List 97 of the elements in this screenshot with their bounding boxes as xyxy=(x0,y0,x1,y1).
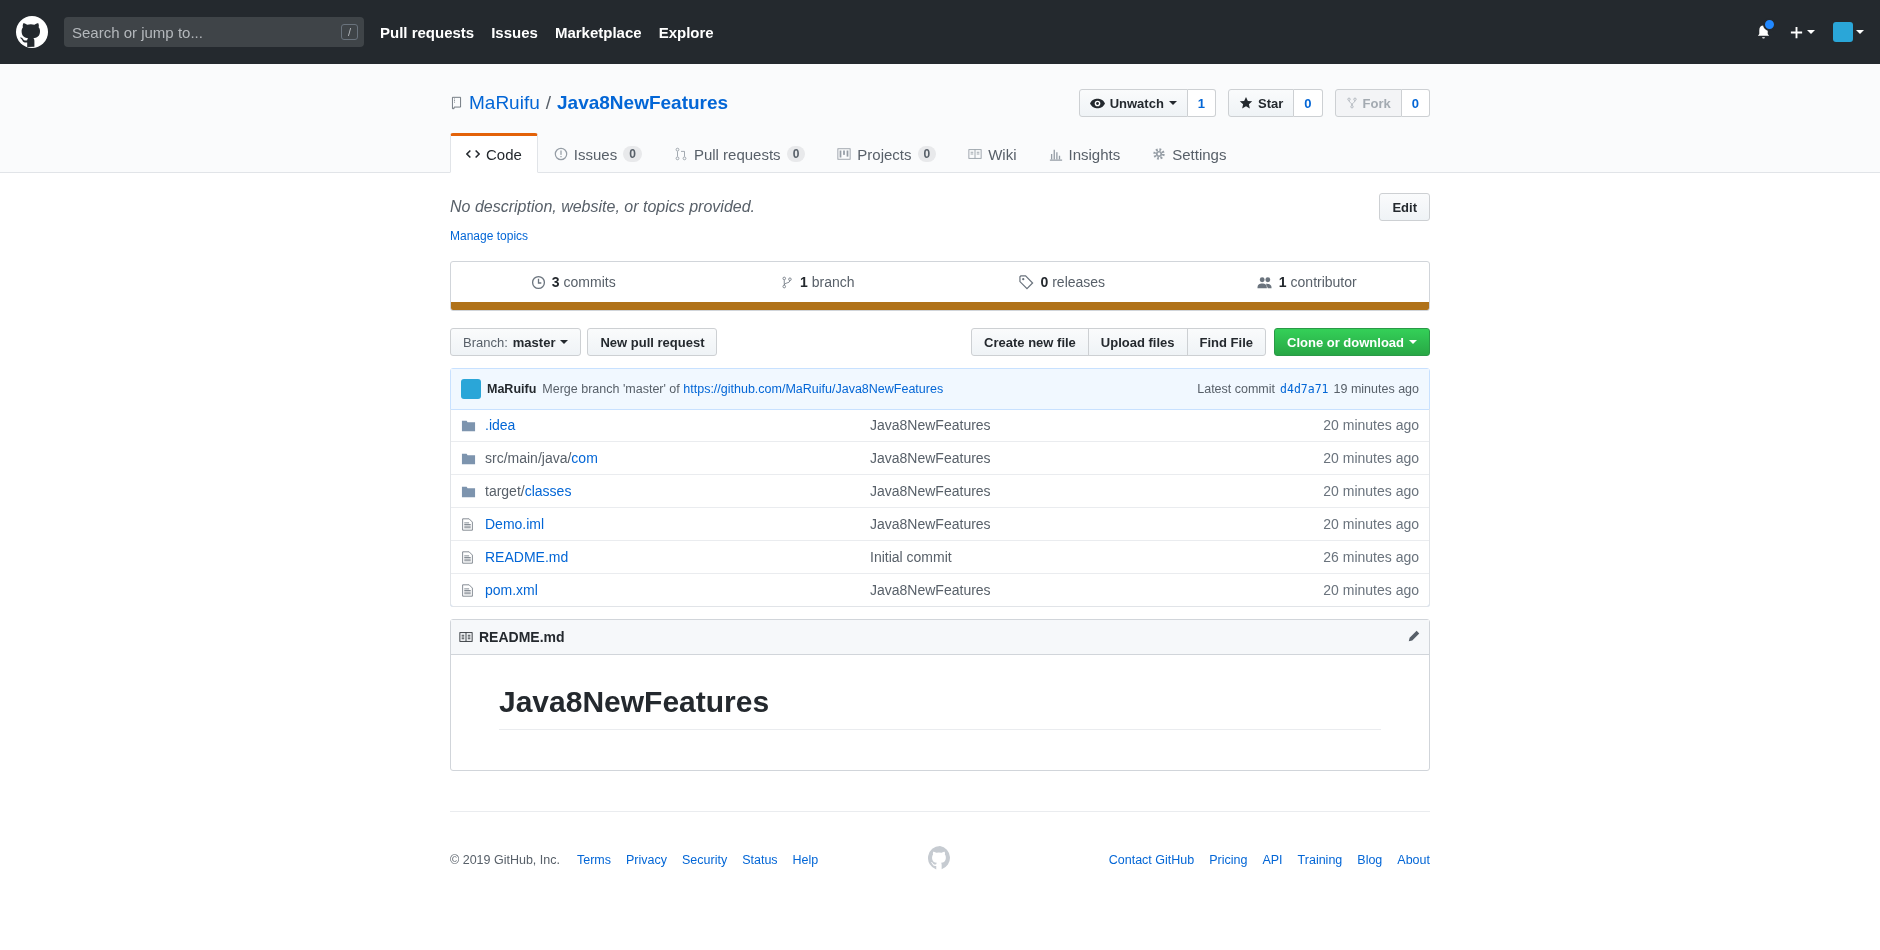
pencil-icon xyxy=(1407,628,1421,643)
star-icon xyxy=(1239,96,1254,110)
file-link[interactable]: .idea xyxy=(485,417,516,433)
repo-name-link[interactable]: Java8NewFeatures xyxy=(557,92,729,114)
manage-topics-link[interactable]: Manage topics xyxy=(450,229,529,243)
repo-tab[interactable]: Issues 0 xyxy=(537,133,658,173)
repo-tab[interactable]: Projects 0 xyxy=(821,133,953,173)
github-mark-icon xyxy=(928,846,952,870)
repo-icon xyxy=(450,95,463,111)
commit-age: 20 minutes ago xyxy=(1322,582,1419,598)
nav-link[interactable]: Issues xyxy=(491,23,538,41)
copyright-text: © 2019 GitHub, Inc. xyxy=(450,852,560,867)
commit-age: 20 minutes ago xyxy=(1322,483,1419,499)
tab-counter: 0 xyxy=(917,146,937,162)
commit-sha-link[interactable]: d4d7a71 xyxy=(1280,382,1329,396)
count-link[interactable]: 1 xyxy=(1187,89,1217,117)
file-action-button[interactable]: Create new file xyxy=(971,328,1089,356)
file-action-button[interactable]: Find File xyxy=(1186,328,1266,356)
settings-icon xyxy=(1152,147,1167,161)
summary-link[interactable]: 3 commits xyxy=(451,262,696,302)
commit-age: 19 minutes ago xyxy=(1333,382,1419,396)
repo-owner-link[interactable]: MaRuifu xyxy=(469,92,540,114)
commit-message: Merge branch 'master' of https://github.com/MaRuifu/Java8NewFeatures xyxy=(542,382,944,396)
footer-link[interactable]: About xyxy=(1397,852,1430,867)
file-link[interactable]: README.md xyxy=(485,549,569,565)
commit-message-link[interactable]: Java8NewFeatures xyxy=(870,417,991,433)
book-icon xyxy=(968,147,983,161)
repo-tab[interactable]: Pull requests 0 xyxy=(657,133,822,173)
file-icon xyxy=(461,549,474,565)
commit-age: 20 minutes ago xyxy=(1322,417,1419,433)
summary-link[interactable]: 1 contributor xyxy=(1184,262,1429,302)
commit-age: 20 minutes ago xyxy=(1322,450,1419,466)
file-icon xyxy=(461,582,474,598)
pull-request-icon xyxy=(673,147,688,161)
file-action-button[interactable]: Upload files xyxy=(1087,328,1188,356)
footer-link[interactable]: Security xyxy=(682,852,728,867)
commit-age: 26 minutes ago xyxy=(1322,549,1419,565)
latest-commit-label: Latest commit xyxy=(1197,382,1276,396)
tab-counter: 0 xyxy=(786,146,806,162)
star-button[interactable]: Star xyxy=(1228,89,1295,117)
file-link[interactable]: src/main/java/com xyxy=(485,450,598,466)
footer-link[interactable]: Pricing xyxy=(1209,852,1248,867)
file-link[interactable]: pom.xml xyxy=(485,582,538,598)
tab-counter: 0 xyxy=(623,146,642,162)
nav-link[interactable]: Pull requests xyxy=(380,23,475,41)
avatar-icon xyxy=(461,379,481,399)
path-separator: / xyxy=(545,92,552,114)
footer-link[interactable]: Contact GitHub xyxy=(1108,852,1195,867)
repo-description: No description, website, or topics provided. xyxy=(450,198,756,216)
repo-tab[interactable]: Settings xyxy=(1136,133,1243,173)
nav-link[interactable]: Marketplace xyxy=(554,23,642,41)
issue-icon xyxy=(553,147,568,161)
file-icon xyxy=(461,516,474,532)
people-icon xyxy=(1256,274,1273,290)
footer-link[interactable]: Training xyxy=(1297,852,1343,867)
footer-link[interactable]: Privacy xyxy=(626,852,667,867)
summary-link[interactable]: 0 releases xyxy=(940,262,1185,302)
create-new-button[interactable] xyxy=(1789,24,1815,40)
footer-link[interactable]: Terms xyxy=(576,852,611,867)
commit-author-link[interactable]: MaRuifu xyxy=(487,382,537,396)
commit-message-link[interactable]: Java8NewFeatures xyxy=(870,516,991,532)
book-icon xyxy=(459,630,473,644)
new-pull-request-button[interactable]: New pull request xyxy=(587,328,718,356)
commit-message-link[interactable]: Java8NewFeatures xyxy=(870,483,991,499)
tag-icon xyxy=(1019,274,1035,290)
footer-link[interactable]: Status xyxy=(742,852,778,867)
footer-link[interactable]: API xyxy=(1262,852,1283,867)
summary-link[interactable]: 1 branch xyxy=(695,262,940,302)
plus-icon xyxy=(1789,24,1804,40)
readme-heading: Java8NewFeatures xyxy=(499,685,1381,730)
branch-selector[interactable]: Branch: master xyxy=(450,328,582,356)
count-link[interactable]: 0 xyxy=(1294,89,1323,117)
branch-icon xyxy=(780,274,794,290)
footer-link[interactable]: Help xyxy=(792,852,819,867)
bar-chart-icon xyxy=(1048,147,1063,161)
commit-message-link[interactable]: Java8NewFeatures xyxy=(870,450,991,466)
file-link[interactable]: Demo.iml xyxy=(485,516,545,532)
nav-link[interactable]: Explore xyxy=(658,23,714,41)
commit-link[interactable]: https://github.com/MaRuifu/Java8NewFeatures xyxy=(683,382,944,396)
commit-age: 20 minutes ago xyxy=(1322,516,1419,532)
commit-message-link[interactable]: Java8NewFeatures xyxy=(870,582,991,598)
repo-tab[interactable]: Insights xyxy=(1032,133,1137,173)
history-icon xyxy=(530,274,546,290)
fork-icon xyxy=(1345,96,1358,110)
readme-filename: README.md xyxy=(479,629,565,645)
commit-message-link[interactable]: Initial commit xyxy=(870,549,952,565)
github-logo-icon xyxy=(16,16,48,48)
footer-link[interactable]: Blog xyxy=(1357,852,1383,867)
repo-tab[interactable]: Code xyxy=(450,133,538,173)
board-icon xyxy=(837,147,852,161)
code-icon xyxy=(466,147,480,161)
shortcut-key: / xyxy=(340,24,358,40)
profile-menu-button[interactable] xyxy=(1833,22,1864,42)
edit-button[interactable]: Edit xyxy=(1379,193,1430,221)
watch-button[interactable]: Unwatch xyxy=(1078,89,1188,117)
repo-tab[interactable]: Wiki xyxy=(952,133,1033,173)
file-link[interactable]: target/classes xyxy=(485,483,572,499)
